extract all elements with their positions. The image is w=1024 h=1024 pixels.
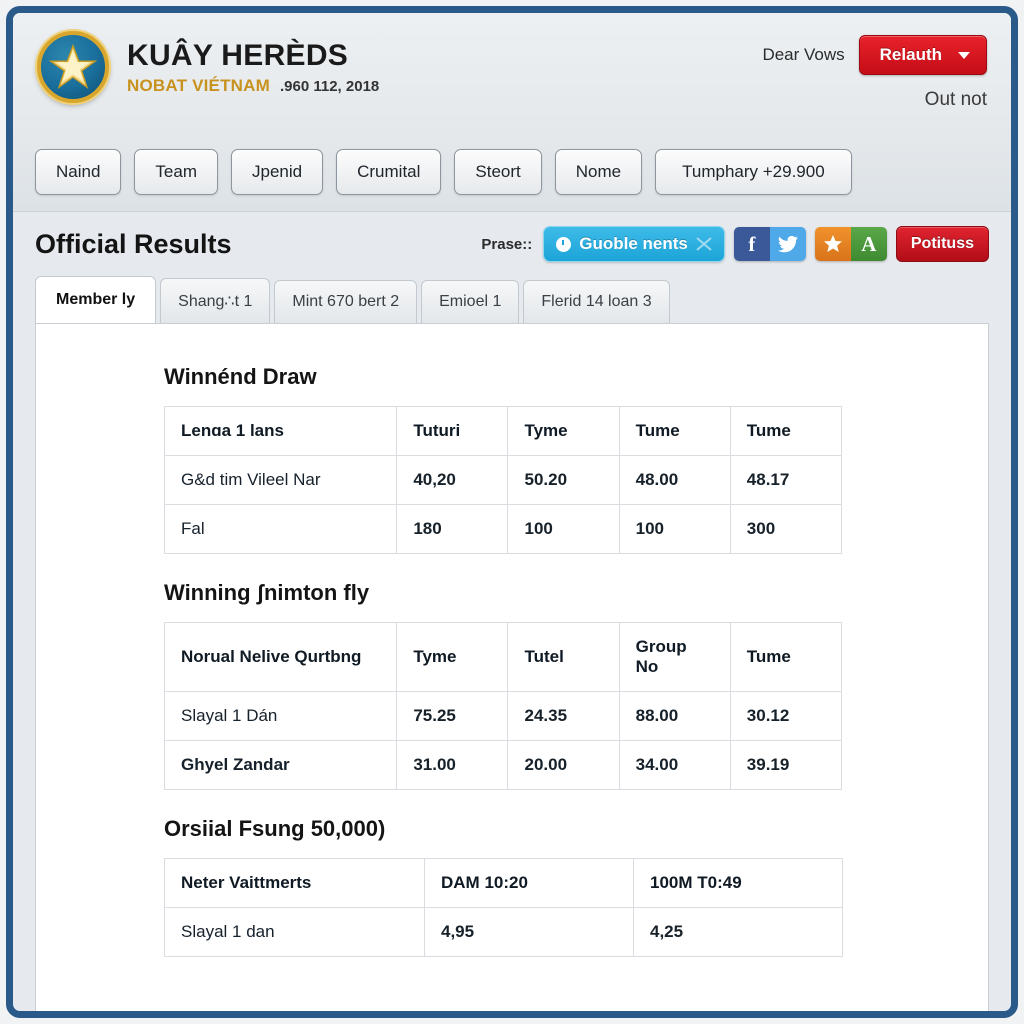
cell-value: 4,95 xyxy=(424,907,634,957)
brand-block[interactable]: KUÂY HERÈDS NOBAT VIÉTNAM .960 112, 2018 xyxy=(37,31,379,103)
results-table: Neter Vaittmerts DAM 10:20 100M T0:49 Sl… xyxy=(164,858,843,957)
clock-icon xyxy=(556,236,572,252)
nav-item-1[interactable]: Team xyxy=(134,149,218,195)
section-title: Winning ʃnimton fly xyxy=(164,580,370,605)
results-header-bar: Official Results Prase:: Guoble nents f xyxy=(13,212,1011,262)
cell-value: 24.35 xyxy=(507,691,620,741)
main-navigation: Naind Team Jpenid Crumital Steort Nome T… xyxy=(13,137,1011,212)
results-panel: Winnénd Draw Lenɑa 1 lans Tuturi Tyme Tu… xyxy=(35,323,989,1011)
share-label: Prase:: xyxy=(481,235,533,253)
star-badge-icon xyxy=(37,31,109,103)
column-header: Group No xyxy=(618,622,731,692)
section-winning-jnimton: Winning ʃnimton fly Norual Nelive Qurtbn… xyxy=(163,580,860,790)
nav-item-5[interactable]: Nome xyxy=(554,149,643,195)
relauth-button[interactable]: Relauth xyxy=(858,35,987,75)
results-table: Norual Nelive Qurtbng Tyme Tutel Group N… xyxy=(163,622,843,790)
column-header: Tume xyxy=(729,622,843,692)
column-header: Norual Nelive Qurtbng xyxy=(163,622,398,692)
cell-label: Fal xyxy=(163,504,398,554)
cell-value: 88.00 xyxy=(618,691,731,741)
cell-value: 180 xyxy=(396,504,509,554)
results-table: Lenɑa 1 lans Tuturi Tyme Tume Tume G&d t… xyxy=(163,406,843,554)
section-winnend-draw: Winnénd Draw Lenɑa 1 lans Tuturi Tyme Tu… xyxy=(163,364,860,554)
share-toolbar: Prase:: Guoble nents f A Potituss xyxy=(481,226,989,262)
tab-0[interactable]: Member ly xyxy=(35,276,157,323)
twitter-icon[interactable] xyxy=(769,227,806,261)
cell-label: Slayal 1 Dán xyxy=(163,691,398,741)
tab-4[interactable]: Flerid 14 loan 3 xyxy=(523,280,670,323)
relauth-label: Relauth xyxy=(879,45,942,64)
cell-value: 31.00 xyxy=(396,740,509,790)
cell-value: 48.00 xyxy=(618,455,731,505)
pin-icon xyxy=(696,237,712,251)
column-header: Neter Vaittmerts xyxy=(164,858,425,908)
cell-value: 4,25 xyxy=(633,907,843,957)
letter-a-icon[interactable]: A xyxy=(850,227,887,261)
header-right-block: Dear Vows Relauth Out not xyxy=(762,35,987,111)
table-row: G&d tim Vileel Nar 40,20 50.20 48.00 48.… xyxy=(163,455,843,505)
column-header: Tume xyxy=(729,406,843,456)
results-tabs: Member ly Shang∴t 1 Mint 670 bert 2 Emio… xyxy=(35,276,989,323)
guoble-label: Guoble nents xyxy=(579,234,688,253)
brand-code: .960 112, 2018 xyxy=(280,77,380,95)
cell-value: 30.12 xyxy=(729,691,843,741)
column-header: Tyme xyxy=(396,622,509,692)
cell-value: 300 xyxy=(729,504,843,554)
table-header-row: Lenɑa 1 lans Tuturi Tyme Tume Tume xyxy=(163,406,843,456)
tab-1[interactable]: Shang∴t 1 xyxy=(160,278,271,323)
nav-item-4[interactable]: Steort xyxy=(454,149,542,195)
column-header: Tyme xyxy=(507,406,620,456)
cell-value: 34.00 xyxy=(618,740,731,790)
social-share-group: f xyxy=(733,227,806,261)
section-title: Orsiial Fsung 50,000) xyxy=(164,816,386,841)
table-row: Ghyel Zandar 31.00 20.00 34.00 39.19 xyxy=(163,740,843,790)
page-title: Official Results xyxy=(35,228,232,259)
tab-3[interactable]: Emioel 1 xyxy=(421,280,520,323)
nav-item-0[interactable]: Naind xyxy=(35,149,122,195)
cell-value: 48.17 xyxy=(729,455,843,505)
nav-item-6[interactable]: Tumphary +29.900 xyxy=(655,149,852,195)
user-greeting: Dear Vows xyxy=(762,45,845,64)
star-icon[interactable] xyxy=(814,227,851,261)
column-header: Tuturi xyxy=(396,406,509,456)
cell-label: Slayal 1 dan xyxy=(164,907,425,957)
secondary-status-label: Out not xyxy=(924,89,987,110)
chevron-down-icon xyxy=(958,51,970,59)
nav-item-2[interactable]: Jpenid xyxy=(231,149,324,195)
column-header: Tume xyxy=(618,406,731,456)
brand-title: KUÂY HERÈDS xyxy=(127,38,349,72)
facebook-icon[interactable]: f xyxy=(733,227,770,261)
column-header: DAM 10:20 xyxy=(424,858,634,908)
table-row: Slayal 1 dan 4,95 4,25 xyxy=(164,907,843,957)
brand-subtitle: NOBAT VIÉTNAM xyxy=(127,75,270,95)
section-orsiial-fsung: Orsiial Fsung 50,000) Neter Vaittmerts D… xyxy=(164,816,860,957)
cell-label: G&d tim Vileel Nar xyxy=(163,455,398,505)
column-header: Tutel xyxy=(507,622,620,692)
guoble-nents-button[interactable]: Guoble nents xyxy=(543,226,725,262)
cell-value: 39.19 xyxy=(729,740,843,790)
table-row: Fal 180 100 100 300 xyxy=(163,504,843,554)
table-row: Slayal 1 Dán 75.25 24.35 88.00 30.12 xyxy=(163,691,843,741)
column-header: 100M T0:49 xyxy=(633,858,843,908)
cell-value: 20.00 xyxy=(507,740,620,790)
rating-share-group: A xyxy=(814,227,887,261)
tab-2[interactable]: Mint 670 bert 2 xyxy=(274,280,418,323)
potituss-button[interactable]: Potituss xyxy=(895,226,989,262)
table-header-row: Neter Vaittmerts DAM 10:20 100M T0:49 xyxy=(164,858,843,908)
cell-value: 100 xyxy=(507,504,620,554)
table-header-row: Norual Nelive Qurtbng Tyme Tutel Group N… xyxy=(163,622,843,692)
cell-value: 100 xyxy=(618,504,731,554)
cell-value: 75.25 xyxy=(396,691,509,741)
cell-label: Ghyel Zandar xyxy=(163,740,398,790)
site-header: KUÂY HERÈDS NOBAT VIÉTNAM .960 112, 2018… xyxy=(13,13,1011,137)
nav-item-3[interactable]: Crumital xyxy=(336,149,442,195)
app-window: KUÂY HERÈDS NOBAT VIÉTNAM .960 112, 2018… xyxy=(6,6,1018,1018)
cell-value: 50.20 xyxy=(507,455,620,505)
section-title: Winnénd Draw xyxy=(164,364,317,389)
cell-value: 40,20 xyxy=(396,455,509,505)
column-header: Lenɑa 1 lans xyxy=(163,406,398,456)
